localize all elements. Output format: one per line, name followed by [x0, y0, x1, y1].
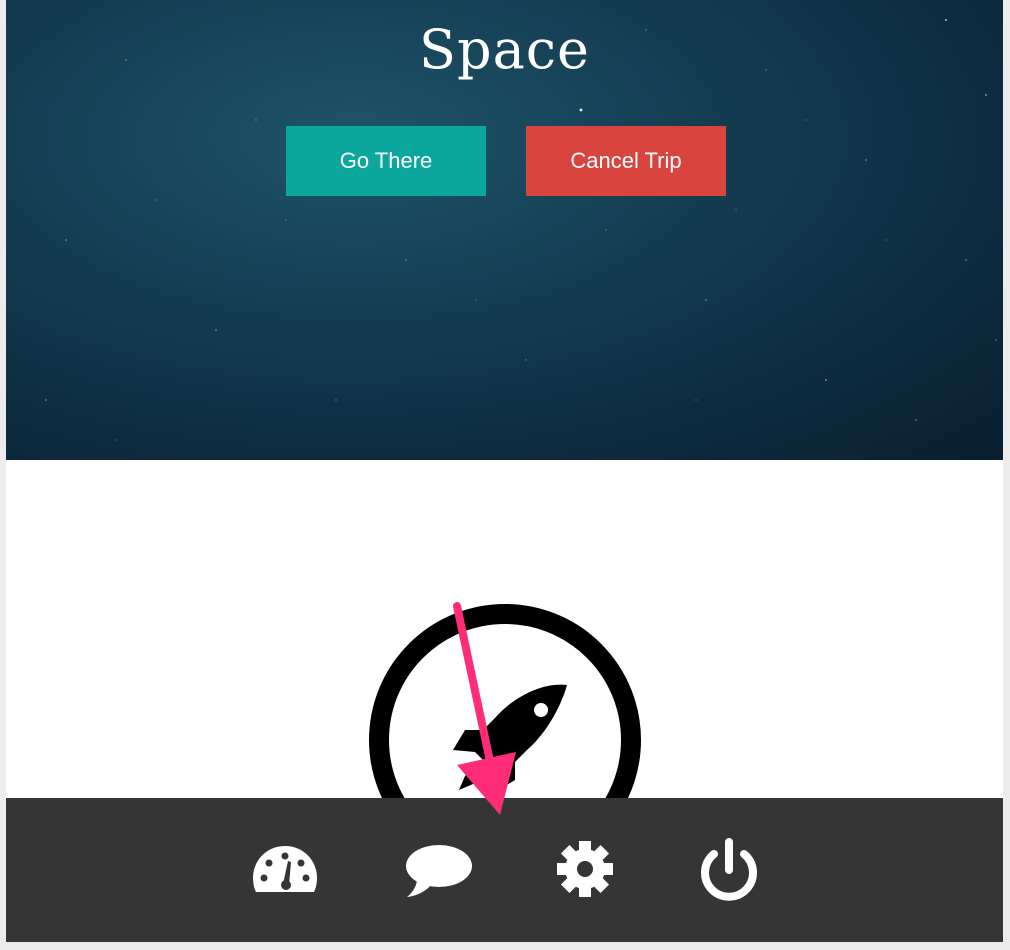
chat-icon: [406, 845, 472, 897]
power-icon: [701, 838, 757, 901]
cancel-trip-button[interactable]: Cancel Trip: [526, 126, 726, 196]
hero-banner: Space Go There Cancel Trip: [6, 0, 1003, 460]
dashboard-icon: [253, 846, 317, 892]
chat-button[interactable]: [403, 834, 473, 904]
settings-button[interactable]: [550, 834, 620, 904]
power-button[interactable]: [694, 834, 764, 904]
gear-icon: [557, 841, 613, 897]
go-there-button[interactable]: Go There: [286, 126, 486, 196]
page: Space Go There Cancel Trip: [6, 0, 1003, 942]
bottom-toolbar: [6, 798, 1003, 942]
dashboard-button[interactable]: [250, 834, 320, 904]
page-title: Space: [419, 18, 590, 81]
